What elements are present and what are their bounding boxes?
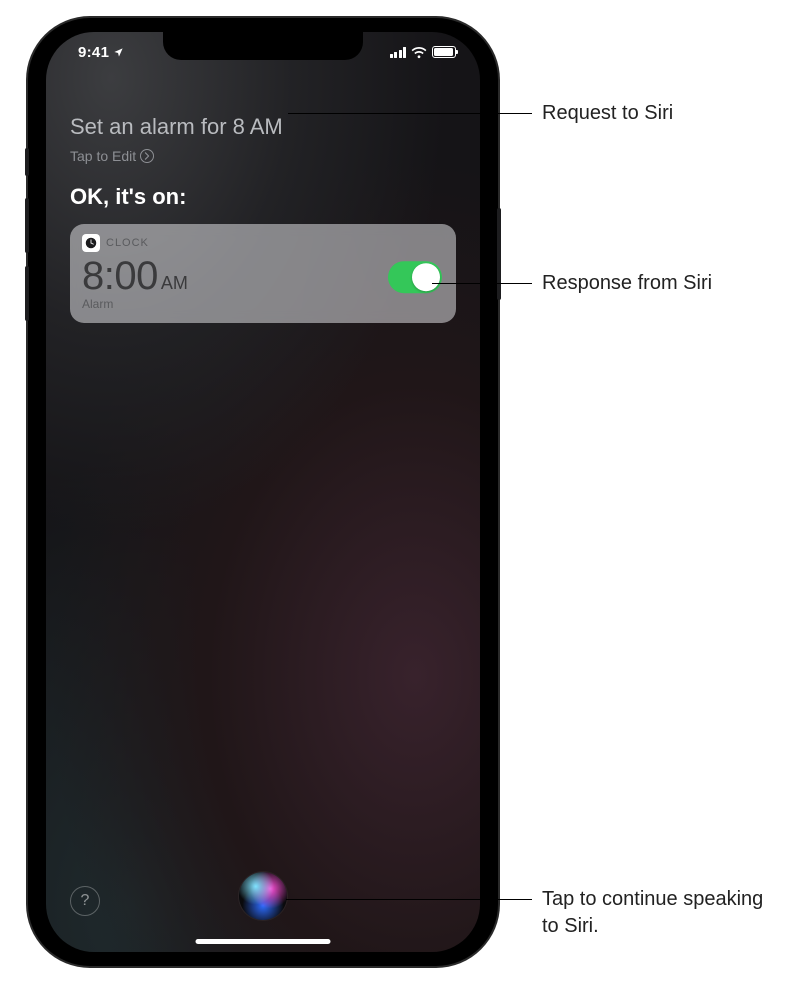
mute-switch[interactable] [25, 148, 29, 176]
siri-help-button[interactable]: ? [70, 886, 100, 916]
clock-app-icon [82, 234, 100, 252]
alarm-time-value: 8:00 [82, 254, 158, 299]
notch [163, 32, 363, 60]
callout-orb: Tap to continue speaking to Siri. [542, 886, 772, 940]
status-time: 9:41 [78, 44, 124, 61]
callout-request: Request to Siri [542, 100, 673, 127]
alarm-card-app-label: CLOCK [106, 237, 149, 249]
tap-to-edit-button[interactable]: Tap to Edit [70, 148, 154, 164]
status-time-text: 9:41 [78, 44, 109, 61]
question-mark-icon: ? [81, 892, 90, 910]
siri-response-text: OK, it's on: [70, 184, 456, 210]
callout-leader [288, 113, 532, 114]
volume-down-button[interactable] [25, 266, 29, 321]
battery-icon [432, 46, 456, 58]
phone-frame: 9:41 Set an alarm for 8 AM [28, 18, 498, 966]
wifi-icon [411, 46, 427, 58]
alarm-ampm: AM [161, 273, 188, 294]
volume-up-button[interactable] [25, 198, 29, 253]
alarm-card-subtitle: Alarm [82, 297, 442, 311]
callout-leader [286, 899, 532, 900]
siri-orb-button[interactable] [239, 872, 287, 920]
chevron-right-icon [140, 149, 154, 163]
side-button[interactable] [497, 208, 501, 300]
tap-to-edit-label: Tap to Edit [70, 148, 136, 164]
location-icon [113, 47, 124, 58]
toggle-knob [412, 263, 440, 291]
home-indicator[interactable] [196, 939, 331, 944]
siri-request-text: Set an alarm for 8 AM [70, 114, 456, 140]
screen: 9:41 Set an alarm for 8 AM [46, 32, 480, 952]
callout-leader [432, 283, 532, 284]
alarm-card[interactable]: CLOCK 8:00 AM Alarm [70, 224, 456, 323]
cellular-signal-icon [390, 47, 407, 58]
alarm-toggle[interactable] [388, 261, 442, 293]
callout-response: Response from Siri [542, 270, 712, 297]
